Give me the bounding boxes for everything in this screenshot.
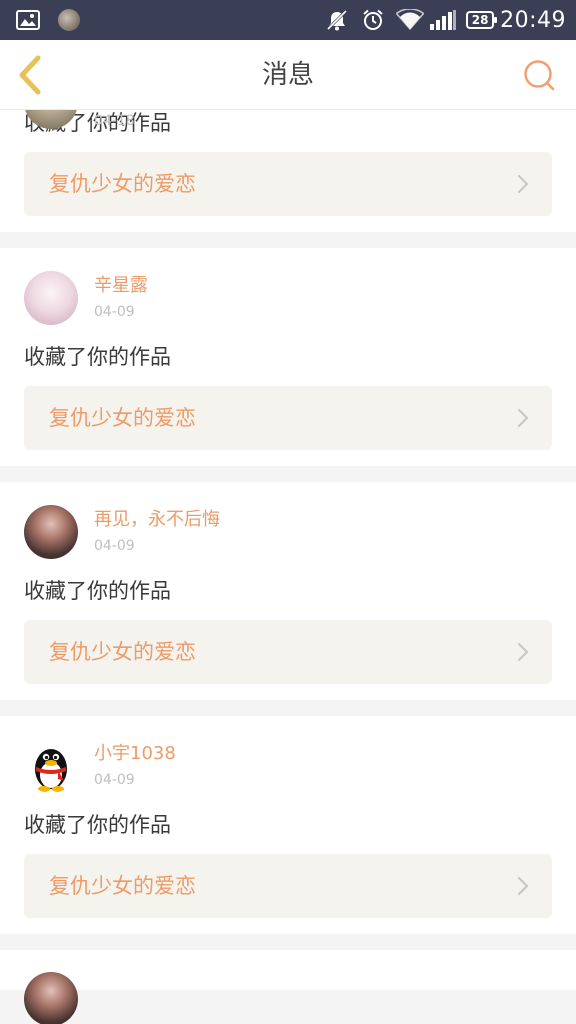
message-card: 小宇1038 04-09 收藏了你的作品 复仇少女的爱恋: [0, 716, 576, 934]
message-date: 04-09: [94, 772, 135, 788]
action-text: 收藏了你的作品: [24, 345, 171, 369]
user-name[interactable]: 小宇1038: [94, 742, 176, 766]
message-date: 04-09: [94, 538, 135, 554]
search-icon: [524, 60, 555, 91]
work-link[interactable]: 复仇少女的爱恋: [24, 152, 552, 216]
message-card: 辛星露 04-09 收藏了你的作品 复仇少女的爱恋: [0, 248, 576, 466]
work-title: 复仇少女的爱恋: [49, 406, 196, 430]
work-link[interactable]: 复仇少女的爱恋: [24, 620, 552, 684]
user-row: 辛星露 04-09: [24, 270, 552, 326]
user-avatar[interactable]: [24, 739, 78, 793]
signal-icon: [430, 10, 457, 30]
message-list: 04-18 收藏了你的作品 复仇少女的爱恋 辛星露 04-09 收藏了你的作品: [0, 30, 576, 1024]
user-name[interactable]: 再见，永不后悔: [94, 508, 220, 532]
status-bar: 28 20:49: [0, 0, 576, 40]
message-date: 04-18: [94, 113, 135, 129]
user-row: 小宇1038 04-09: [24, 738, 552, 794]
alarm-icon: [362, 9, 384, 31]
screen: 28 20:49 消息 04-18 收藏了你的作品 复仇少女的爱恋 辛星露 04…: [0, 0, 576, 1024]
message-card: 再见，永不后悔 04-09 收藏了你的作品 复仇少女的爱恋: [0, 482, 576, 700]
mute-icon: [326, 9, 348, 31]
clock: 20:49: [500, 7, 566, 33]
chevron-right-icon: [517, 876, 529, 896]
page-title: 消息: [261, 60, 314, 90]
action-text: 收藏了你的作品: [24, 579, 171, 603]
work-title: 复仇少女的爱恋: [49, 640, 196, 664]
search-button[interactable]: [522, 58, 556, 92]
user-meta: 小宇1038 04-09: [94, 742, 176, 790]
chevron-right-icon: [517, 174, 529, 194]
status-right-icons: 28 20:49: [326, 6, 566, 34]
avatar-thumbnail: [58, 9, 80, 31]
work-link[interactable]: 复仇少女的爱恋: [24, 854, 552, 918]
user-meta: 再见，永不后悔 04-09: [94, 508, 220, 556]
gallery-icon: [16, 10, 40, 30]
chevron-right-icon: [517, 642, 529, 662]
user-name[interactable]: 辛星露: [94, 274, 148, 298]
user-avatar[interactable]: [24, 271, 78, 325]
app-header: 消息: [0, 40, 576, 110]
work-title: 复仇少女的爱恋: [49, 172, 196, 196]
user-row: 再见，永不后悔 04-09: [24, 504, 552, 560]
wifi-icon: [396, 9, 425, 31]
message-card: [0, 950, 576, 1024]
battery-indicator: 28: [466, 11, 498, 29]
message-date: 04-09: [94, 304, 135, 320]
action-text: 收藏了你的作品: [24, 813, 171, 837]
work-title: 复仇少女的爱恋: [49, 874, 196, 898]
status-left-icons: [16, 8, 80, 32]
user-meta: 04-18: [94, 113, 135, 131]
user-avatar[interactable]: [24, 505, 78, 559]
user-meta: 辛星露 04-09: [94, 274, 148, 322]
penguin-avatar-icon: [35, 749, 67, 792]
user-avatar[interactable]: [24, 972, 78, 1024]
work-link[interactable]: 复仇少女的爱恋: [24, 386, 552, 450]
chevron-right-icon: [517, 408, 529, 428]
